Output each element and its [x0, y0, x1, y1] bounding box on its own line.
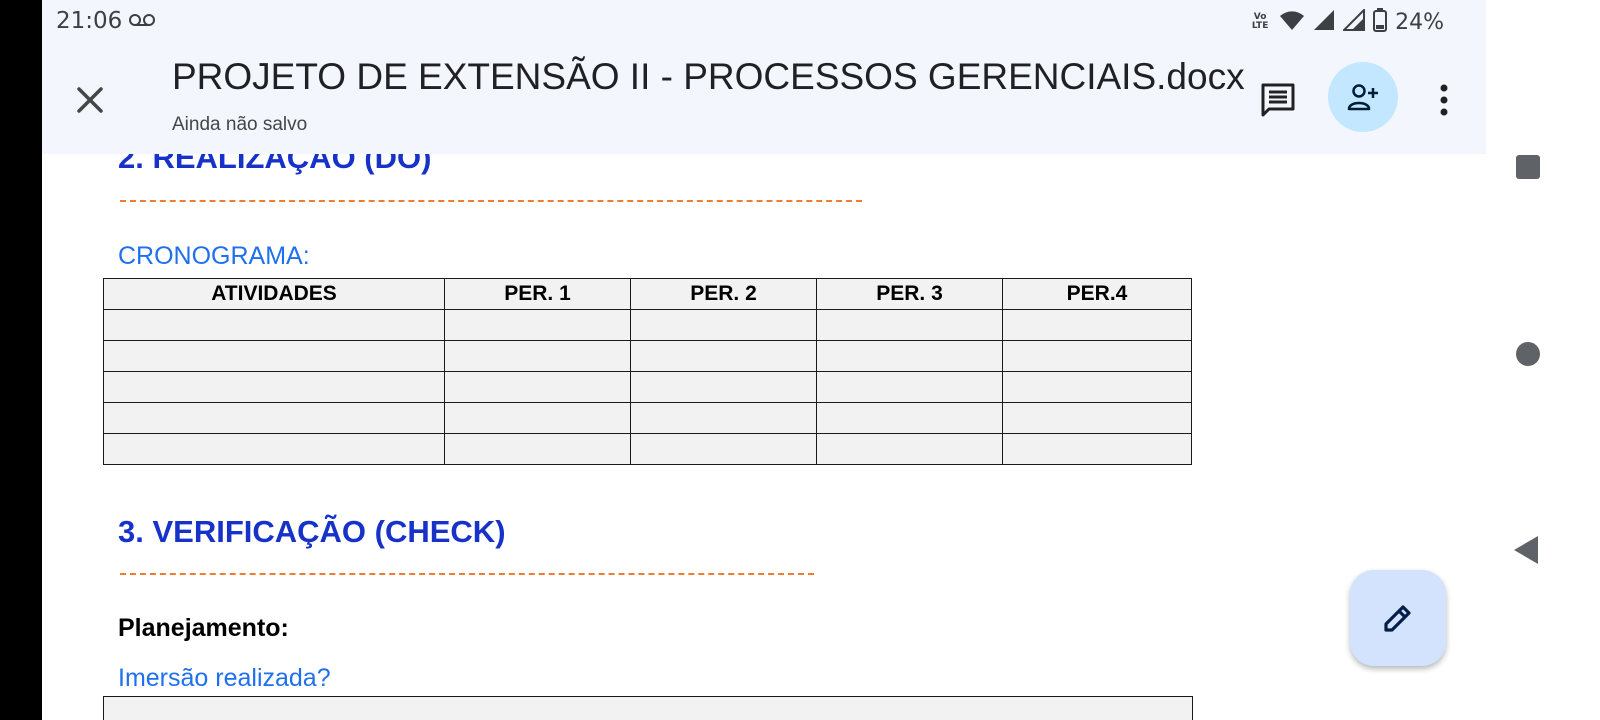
more-vert-icon — [1440, 84, 1448, 116]
edit-pencil-icon — [1384, 605, 1411, 632]
table-cell[interactable] — [630, 309, 817, 341]
immersion-question: Imersão realizada? — [118, 664, 331, 692]
person-add-icon — [1347, 84, 1378, 111]
save-status: Ainda não salvo — [172, 114, 308, 135]
recents-icon[interactable] — [1516, 155, 1540, 179]
table-cell[interactable] — [630, 402, 817, 434]
table-cell[interactable] — [103, 433, 445, 465]
table-cell[interactable] — [103, 371, 445, 403]
table-cell[interactable] — [103, 309, 445, 341]
table-cell[interactable] — [816, 433, 1003, 465]
edit-fab-button[interactable] — [1350, 570, 1446, 666]
table-cell[interactable] — [816, 309, 1003, 341]
table-cell[interactable] — [444, 340, 631, 372]
status-time: 21:06 — [56, 8, 123, 34]
table-cell[interactable] — [1002, 433, 1192, 465]
close-icon — [77, 87, 103, 113]
table-cell[interactable] — [816, 371, 1003, 403]
app-bar: PROJETO DE EXTENSÃO II - PROCESSOS GEREN… — [42, 44, 1486, 154]
section-2-heading: 2. REALIZAÇAO (DO) — [118, 154, 432, 175]
table-row — [103, 340, 1192, 372]
table-cell[interactable] — [444, 309, 631, 341]
table-cell[interactable] — [630, 371, 817, 403]
section-3-heading: 3. VERIFICAÇÃO (CHECK) — [118, 514, 506, 549]
comment-icon — [1261, 83, 1295, 117]
table-row — [103, 309, 1192, 341]
close-button[interactable] — [66, 76, 114, 124]
volte-icon: Vo LTE — [1251, 12, 1269, 31]
battery-percent: 24% — [1395, 9, 1444, 35]
table-cell[interactable] — [816, 402, 1003, 434]
share-button[interactable] — [1328, 62, 1398, 132]
status-icons: Vo LTE 24% — [1249, 7, 1444, 37]
planning-label: Planejamento: — [118, 614, 289, 642]
section-2-divider — [120, 200, 862, 202]
voicemail-icon — [128, 12, 156, 31]
header-per-1: PER. 1 — [444, 278, 631, 310]
table-row — [103, 371, 1192, 403]
table-cell[interactable] — [630, 340, 817, 372]
table-cell[interactable] — [103, 340, 445, 372]
app-screen: 21:06 Vo LTE 24% PROJETO DE EXTENSÃO II … — [42, 0, 1486, 720]
table-cell[interactable] — [444, 433, 631, 465]
cell-signal-2-icon — [1341, 7, 1366, 36]
immersion-table — [103, 696, 1193, 720]
header-atividades: ATIVIDADES — [103, 278, 445, 310]
comments-button[interactable] — [1254, 76, 1302, 124]
system-nav-bar — [1486, 0, 1600, 720]
header-per-4: PER.4 — [1002, 278, 1192, 310]
table-row — [103, 433, 1192, 465]
cronograma-table: ATIVIDADES PER. 1 PER. 2 PER. 3 PER.4 — [103, 278, 1192, 465]
table-cell[interactable] — [1002, 402, 1192, 434]
cell-signal-icon — [1313, 9, 1335, 36]
status-bar: 21:06 Vo LTE 24% — [42, 0, 1486, 44]
section-3-divider — [120, 573, 814, 575]
header-per-3: PER. 3 — [816, 278, 1003, 310]
table-cell[interactable] — [444, 402, 631, 434]
table-cell[interactable] — [1002, 340, 1192, 372]
table-cell[interactable] — [630, 433, 817, 465]
more-options-button[interactable] — [1420, 76, 1468, 124]
home-icon[interactable] — [1516, 342, 1540, 366]
wifi-icon — [1279, 9, 1305, 36]
table-cell[interactable] — [103, 402, 445, 434]
table-cell[interactable] — [1002, 371, 1192, 403]
document-title: PROJETO DE EXTENSÃO II - PROCESSOS GEREN… — [172, 56, 1245, 97]
header-per-2: PER. 2 — [630, 278, 817, 310]
table-row — [103, 402, 1192, 434]
table-header-row: ATIVIDADES PER. 1 PER. 2 PER. 3 PER.4 — [103, 278, 1192, 310]
table-cell[interactable] — [1002, 309, 1192, 341]
battery-icon — [1373, 7, 1388, 37]
cronograma-label: CRONOGRAMA: — [118, 242, 310, 270]
table-cell[interactable] — [816, 340, 1003, 372]
document-canvas[interactable]: 2. REALIZAÇAO (DO) CRONOGRAMA: ATIVIDADE… — [42, 154, 1486, 720]
table-cell[interactable] — [444, 371, 631, 403]
back-icon[interactable] — [1514, 536, 1538, 564]
